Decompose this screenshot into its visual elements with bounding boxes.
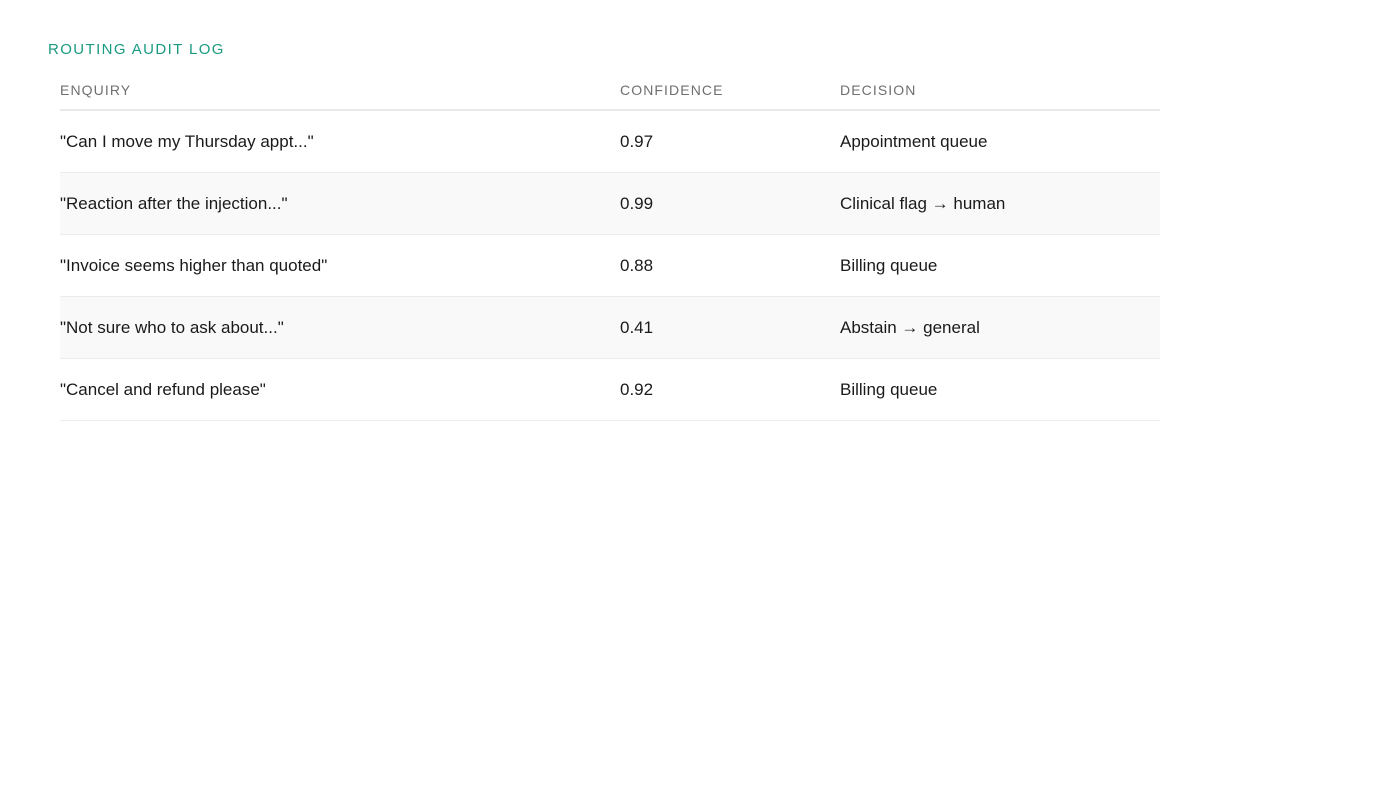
confidence-cell: 0.92 [620,358,840,421]
enquiry-cell: "Reaction after the injection..." [60,172,620,235]
table-header: ENQUIRY CONFIDENCE DECISION [60,70,1160,111]
table-row: "Cancel and refund please" 0.92 Billing … [60,358,1160,421]
enquiry-cell: "Invoice seems higher than quoted" [60,234,620,297]
table-row: "Invoice seems higher than quoted" 0.88 … [60,234,1160,297]
confidence-cell: 0.41 [620,296,840,359]
column-header-enquiry: ENQUIRY [60,70,620,111]
enquiry-cell: "Can I move my Thursday appt..." [60,110,620,173]
table-body: "Can I move my Thursday appt..." 0.97 Ap… [60,110,1160,421]
column-header-decision: DECISION [840,70,1160,111]
table-row: "Can I move my Thursday appt..." 0.97 Ap… [60,110,1160,173]
column-header-confidence: CONFIDENCE [620,70,840,111]
decision-cell: Clinical flag → human [840,172,1160,235]
header-row: ENQUIRY CONFIDENCE DECISION [60,70,1160,111]
confidence-cell: 0.97 [620,110,840,173]
decision-cell: Abstain → general [840,296,1160,359]
enquiry-cell: "Cancel and refund please" [60,358,620,421]
decision-cell: Billing queue [840,234,1160,297]
confidence-cell: 0.99 [620,172,840,235]
enquiry-cell: "Not sure who to ask about..." [60,296,620,359]
routing-audit-table: ENQUIRY CONFIDENCE DECISION "Can I move … [60,70,1160,421]
table-row: "Reaction after the injection..." 0.99 C… [60,172,1160,235]
table-row: "Not sure who to ask about..." 0.41 Abst… [60,296,1160,359]
decision-cell: Billing queue [840,358,1160,421]
decision-cell: Appointment queue [840,110,1160,173]
section-title: ROUTING AUDIT LOG [48,41,225,58]
confidence-cell: 0.88 [620,234,840,297]
